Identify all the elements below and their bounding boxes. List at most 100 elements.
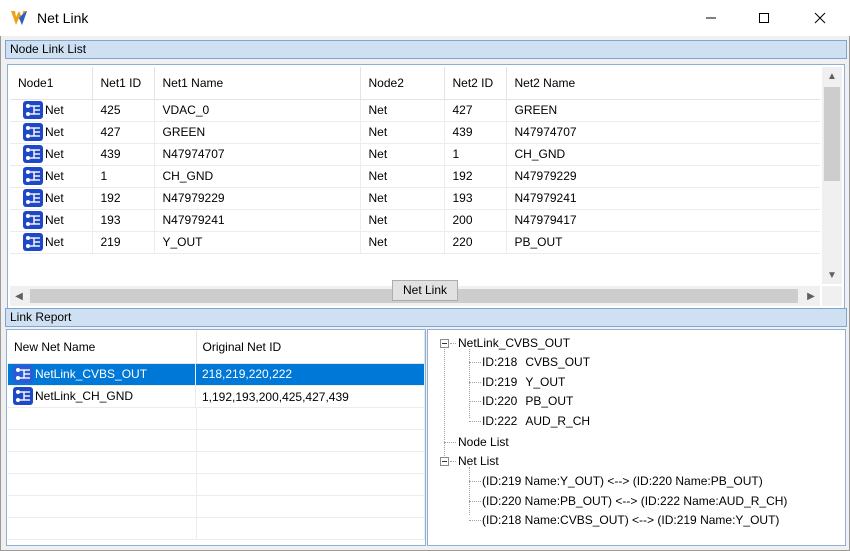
tree-link-node[interactable]: (ID:219 Name:Y_OUT) <--> (ID:220 Name:PB…: [482, 473, 763, 489]
node1-cell: Net: [10, 209, 93, 232]
node1-label: Net: [45, 103, 64, 117]
title-bar: Net Link: [0, 0, 850, 36]
vertical-scrollbar[interactable]: ▲ ▼: [822, 67, 842, 284]
node-link-list-header: Node Link List: [5, 40, 847, 59]
table-row[interactable]: Net 427 GREEN Net 439 N47974707: [10, 121, 820, 144]
scroll-right-icon[interactable]: ▶: [802, 286, 820, 306]
node1-cell: Net: [10, 121, 93, 144]
net-icon: [23, 211, 43, 229]
tree-id-node[interactable]: ID:220 PB_OUT: [482, 393, 573, 409]
net-id-label: ID:220: [482, 394, 518, 408]
net1-name-cell: N47979229: [154, 187, 361, 210]
net1-id-cell: 192: [92, 187, 155, 210]
scroll-left-icon[interactable]: ◀: [10, 286, 28, 306]
column-header-net1-id[interactable]: Net1 ID: [92, 67, 155, 100]
net-link-button[interactable]: Net Link: [392, 280, 458, 301]
table-header-row: New Net Name Original Net ID: [8, 331, 425, 364]
collapse-toggle-icon[interactable]: [440, 457, 449, 466]
collapse-toggle-icon[interactable]: [440, 339, 449, 348]
net2-name-cell: CH_GND: [506, 143, 820, 166]
scroll-down-icon[interactable]: ▼: [822, 266, 842, 284]
node1-label: Net: [45, 213, 64, 227]
node-link-grid[interactable]: Node1 Net1 ID Net1 Name Node2 Net2 ID Ne…: [7, 64, 845, 309]
node1-label: Net: [45, 147, 64, 161]
window-client-area: Node Link List Node1 Net1 ID Net1 Name N…: [0, 36, 850, 551]
window-title: Net Link: [37, 10, 89, 26]
net-icon: [23, 233, 43, 251]
net-name-label: AUD_R_CH: [525, 413, 591, 428]
column-header-new-net-name[interactable]: New Net Name: [8, 331, 197, 364]
table-row[interactable]: Net 219 Y_OUT Net 220 PB_OUT: [10, 231, 820, 254]
column-header-net1-name[interactable]: Net1 Name: [154, 67, 361, 100]
node1-label: Net: [45, 125, 64, 139]
empty-table-row: [8, 451, 425, 474]
net1-name-cell: N47979241: [154, 209, 361, 232]
column-header-node1[interactable]: Node1: [10, 67, 93, 100]
net-name-label: Y_OUT: [525, 374, 566, 389]
net2-name-cell: GREEN: [506, 99, 820, 122]
net1-id-cell: 219: [92, 231, 155, 254]
net2-name-cell: N47974707: [506, 121, 820, 144]
tree-root-node[interactable]: NetLink_CVBS_OUT: [458, 335, 570, 351]
close-button[interactable]: [797, 0, 843, 36]
net-icon: [23, 167, 43, 185]
empty-cell: [196, 451, 425, 474]
table-row[interactable]: NetLink_CVBS_OUT 218,219,220,222: [8, 363, 425, 386]
column-header-original-net-id[interactable]: Original Net ID: [196, 331, 425, 364]
net1-id-cell: 425: [92, 99, 155, 122]
net1-id-cell: 427: [92, 121, 155, 144]
tree-id-node[interactable]: ID:218 CVBS_OUT: [482, 354, 590, 370]
tree-connector: [444, 442, 456, 443]
link-detail-tree[interactable]: NetLink_CVBS_OUT ID:218 CVBS_OUT ID:219 Y_OU…: [427, 329, 846, 546]
empty-cell: [196, 429, 425, 452]
net-id-label: ID:218: [482, 355, 518, 369]
tree-connector: [469, 520, 481, 521]
net1-name-cell: CH_GND: [154, 165, 361, 188]
node2-cell: Net: [360, 165, 445, 188]
minimize-button[interactable]: [688, 0, 734, 36]
tree-node-list[interactable]: Node List: [458, 434, 509, 450]
vertical-scroll-thumb[interactable]: [824, 87, 840, 181]
empty-table-row: [8, 495, 425, 518]
close-icon: [814, 12, 826, 24]
net1-name-cell: N47974707: [154, 143, 361, 166]
tree-id-node[interactable]: ID:219 Y_OUT: [482, 374, 565, 390]
tree-connector: [469, 481, 481, 482]
net-name-label: PB_OUT: [525, 394, 574, 408]
tree-connector: [469, 467, 470, 515]
scroll-up-icon[interactable]: ▲: [822, 67, 842, 85]
table-row[interactable]: Net 193 N47979241 Net 200 N47979417: [10, 209, 820, 232]
new-net-name-label: NetLink_CVBS_OUT: [35, 367, 148, 381]
column-header-net2-id[interactable]: Net2 ID: [444, 67, 507, 100]
node1-label: Net: [45, 235, 64, 249]
node-link-table: Node1 Net1 ID Net1 Name Node2 Net2 ID Ne…: [10, 67, 820, 254]
original-net-id-cell: 1,192,193,200,425,427,439: [196, 385, 425, 408]
node1-label: Net: [45, 169, 64, 183]
table-row[interactable]: Net 1 CH_GND Net 192 N47979229: [10, 165, 820, 188]
column-header-node2[interactable]: Node2: [360, 67, 445, 100]
table-row[interactable]: Net 439 N47974707 Net 1 CH_GND: [10, 143, 820, 166]
tree-net-list[interactable]: Net List: [458, 453, 499, 469]
column-header-net2-name[interactable]: Net2 Name: [506, 67, 820, 100]
original-net-id-cell: 218,219,220,222: [196, 363, 425, 386]
empty-cell: [8, 451, 197, 474]
table-row[interactable]: Net 425 VDAC_0 Net 427 GREEN: [10, 99, 820, 122]
net2-id-cell: 1: [444, 143, 507, 166]
link-report-grid[interactable]: New Net Name Original Net ID NetLink_CVB…: [6, 329, 426, 546]
new-net-name-cell: NetLink_CVBS_OUT: [8, 363, 196, 386]
tree-link-node[interactable]: (ID:218 Name:CVBS_OUT) <--> (ID:219 Name…: [482, 512, 779, 528]
table-header-row: Node1 Net1 ID Net1 Name Node2 Net2 ID Ne…: [10, 67, 820, 100]
node1-cell: Net: [10, 187, 93, 210]
empty-table-row: [8, 473, 425, 496]
maximize-button[interactable]: [741, 0, 787, 36]
link-report-header: Link Report: [5, 308, 847, 327]
node1-label: Net: [45, 191, 64, 205]
net2-id-cell: 193: [444, 187, 507, 210]
net-icon: [13, 387, 33, 405]
table-row[interactable]: Net 192 N47979229 Net 193 N47979241: [10, 187, 820, 210]
tree-id-node[interactable]: ID:222 AUD_R_CH: [482, 413, 590, 429]
table-row[interactable]: NetLink_CH_GND 1,192,193,200,425,427,439: [8, 385, 425, 408]
empty-cell: [196, 473, 425, 496]
tree-connector: [469, 500, 481, 502]
tree-link-node[interactable]: (ID:220 Name:PB_OUT) <--> (ID:222 Name:A…: [482, 493, 787, 509]
